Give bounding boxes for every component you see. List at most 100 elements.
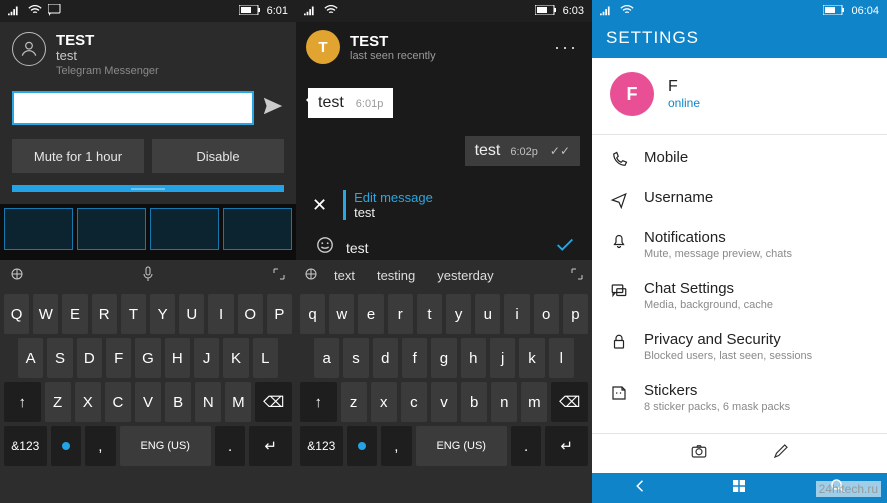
key-s[interactable]: s [343,338,368,378]
key-m[interactable]: M [225,382,251,422]
mic-icon[interactable] [141,266,155,285]
emoji-icon[interactable] [316,236,334,259]
key-t[interactable]: T [121,294,146,334]
key-t[interactable]: t [417,294,442,334]
suggestion[interactable]: text [334,268,355,283]
key-c[interactable]: c [401,382,427,422]
key-p[interactable]: p [563,294,588,334]
key-m[interactable]: m [521,382,547,422]
start-icon[interactable] [730,477,748,500]
key-comma[interactable]: , [85,426,115,466]
cursor-icon[interactable] [10,267,24,284]
settings-row-stickers[interactable]: Stickers8 sticker packs, 6 mask packs [610,372,869,423]
quick-reply-input[interactable] [12,91,254,125]
key-space[interactable]: ENG (US) [120,426,211,466]
key-g[interactable]: g [431,338,456,378]
suggestion[interactable]: testing [377,268,415,283]
key-l[interactable]: l [549,338,574,378]
key-emoji[interactable] [51,426,81,466]
key-backspace[interactable]: ⌫ [551,382,588,422]
edit-cancel-icon[interactable]: ✕ [308,195,331,216]
cursor-icon[interactable] [304,267,318,284]
key-v[interactable]: v [431,382,457,422]
key-comma[interactable]: , [381,426,411,466]
key-y[interactable]: y [446,294,471,334]
edit-icon[interactable] [772,442,790,465]
key-h[interactable]: h [461,338,486,378]
camera-icon[interactable] [690,442,708,465]
back-icon[interactable] [632,477,650,500]
key-b[interactable]: B [165,382,191,422]
key-i[interactable]: i [504,294,529,334]
key-n[interactable]: n [491,382,517,422]
settings-row-privacy[interactable]: Privacy and SecurityBlocked users, last … [610,321,869,372]
key-c[interactable]: C [105,382,131,422]
confirm-icon[interactable] [554,234,576,261]
key-s[interactable]: S [47,338,72,378]
key-r[interactable]: r [388,294,413,334]
key-p[interactable]: P [267,294,292,334]
key-symbols[interactable]: &123 [300,426,343,466]
notification-handle[interactable] [12,185,284,192]
key-q[interactable]: Q [4,294,29,334]
disable-button[interactable]: Disable [152,139,284,173]
expand-icon[interactable] [272,267,286,284]
expand-icon[interactable] [570,267,584,284]
key-x[interactable]: X [75,382,101,422]
key-k[interactable]: k [519,338,544,378]
key-shift[interactable]: ↑ [4,382,41,422]
key-d[interactable]: d [373,338,398,378]
key-space[interactable]: ENG (US) [416,426,507,466]
key-w[interactable]: w [329,294,354,334]
key-r[interactable]: R [92,294,117,334]
key-d[interactable]: D [77,338,102,378]
key-v[interactable]: V [135,382,161,422]
profile-section[interactable]: F F online [592,58,887,134]
key-o[interactable]: O [238,294,263,334]
message-outgoing[interactable]: test 6:02p ✓✓ [465,136,580,166]
key-period[interactable]: . [511,426,541,466]
key-o[interactable]: o [534,294,559,334]
key-k[interactable]: K [223,338,248,378]
send-icon[interactable] [262,95,284,122]
key-a[interactable]: a [314,338,339,378]
mute-button[interactable]: Mute for 1 hour [12,139,144,173]
key-n[interactable]: N [195,382,221,422]
key-j[interactable]: j [490,338,515,378]
key-y[interactable]: Y [150,294,175,334]
key-shift[interactable]: ↑ [300,382,337,422]
key-b[interactable]: b [461,382,487,422]
key-z[interactable]: z [341,382,367,422]
key-backspace[interactable]: ⌫ [255,382,292,422]
message-incoming[interactable]: test 6:01p [308,88,393,118]
key-u[interactable]: u [475,294,500,334]
key-period[interactable]: . [215,426,245,466]
settings-row-mobile[interactable]: Mobile [610,139,869,179]
key-x[interactable]: x [371,382,397,422]
key-l[interactable]: L [253,338,278,378]
settings-row-notifications[interactable]: NotificationsMute, message preview, chat… [610,219,869,270]
key-j[interactable]: J [194,338,219,378]
settings-row-username[interactable]: Username [610,179,869,219]
key-q[interactable]: q [300,294,325,334]
key-h[interactable]: H [165,338,190,378]
key-g[interactable]: G [135,338,160,378]
chat-header[interactable]: T TEST last seen recently ··· [296,22,592,72]
key-emoji[interactable] [347,426,377,466]
key-f[interactable]: F [106,338,131,378]
key-e[interactable]: E [62,294,87,334]
settings-row-chat-settings[interactable]: Chat SettingsMedia, background, cache [610,270,869,321]
key-enter[interactable]: ↵ [249,426,292,466]
key-symbols[interactable]: &123 [4,426,47,466]
compose-input[interactable]: test [346,240,542,256]
suggestion[interactable]: yesterday [437,268,493,283]
key-e[interactable]: e [358,294,383,334]
key-w[interactable]: W [33,294,58,334]
key-u[interactable]: U [179,294,204,334]
key-i[interactable]: I [208,294,233,334]
key-f[interactable]: f [402,338,427,378]
more-icon[interactable]: ··· [550,33,582,62]
key-enter[interactable]: ↵ [545,426,588,466]
key-z[interactable]: Z [45,382,71,422]
key-a[interactable]: A [18,338,43,378]
